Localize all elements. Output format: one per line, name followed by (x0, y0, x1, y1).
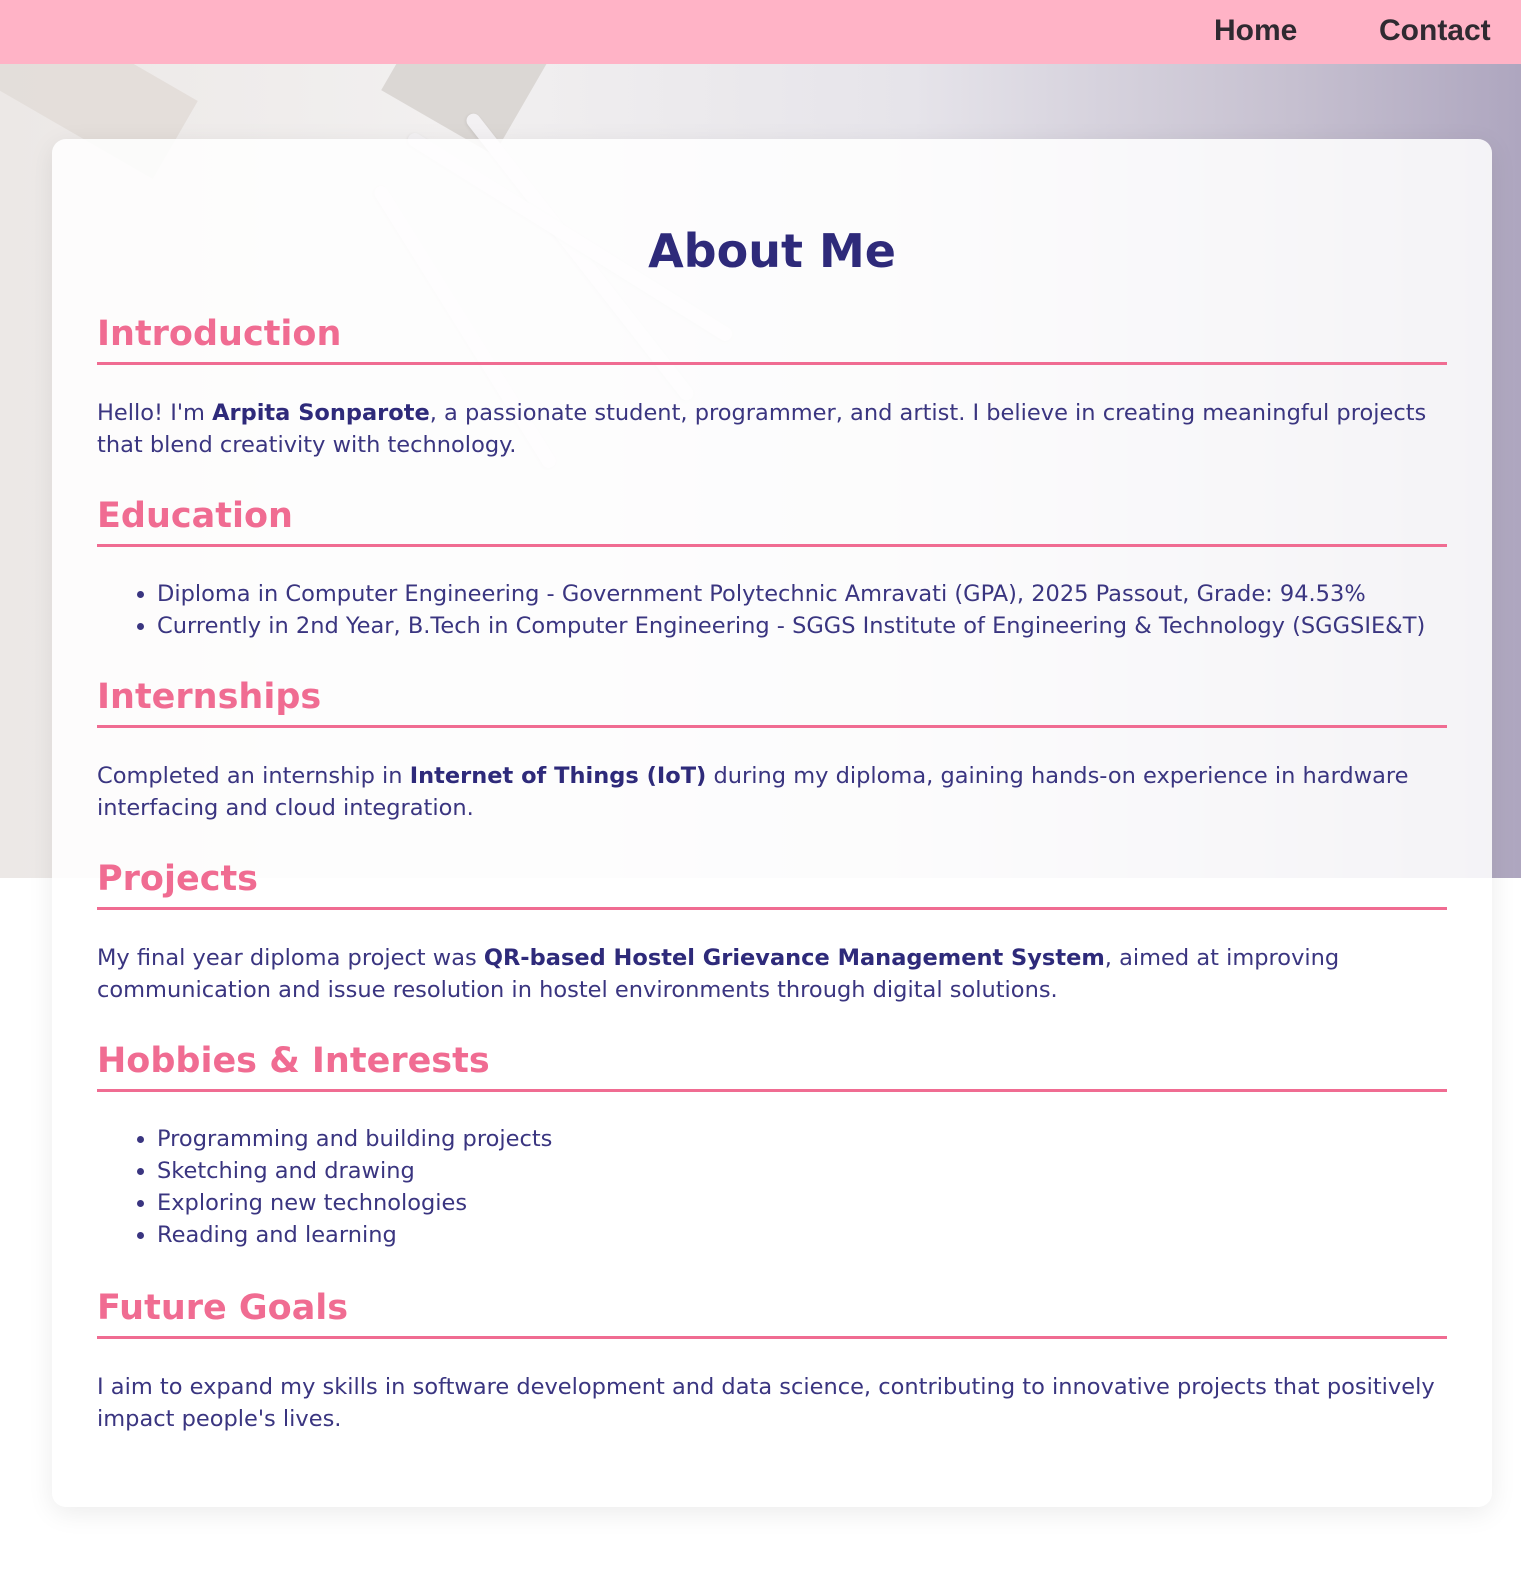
projects-prefix: My final year diploma project was (97, 945, 484, 971)
introduction-text: Hello! I'm Arpita Sonparote, a passionat… (97, 397, 1449, 461)
about-card: About Me Introduction Hello! I'm Arpita … (52, 139, 1492, 1507)
internships-highlight: Internet of Things (IoT) (409, 763, 707, 789)
internships-prefix: Completed an internship in (97, 763, 410, 789)
nav-home-link[interactable]: Home (1214, 14, 1297, 48)
section-heading-internships: Internships (97, 677, 1447, 728)
projects-highlight: QR-based Hostel Grievance Management Sys… (483, 945, 1105, 971)
top-navbar: Home Contact (0, 0, 1521, 64)
nav-contact-link[interactable]: Contact (1379, 14, 1491, 48)
hobby-item: Exploring new technologies (157, 1187, 1509, 1219)
section-heading-hobbies: Hobbies & Interests (97, 1041, 1447, 1092)
page-title: About Me (648, 224, 896, 278)
hobby-item: Programming and building projects (157, 1123, 1509, 1155)
internships-text: Completed an internship in Internet of T… (97, 760, 1449, 824)
education-item: Diploma in Computer Engineering - Govern… (157, 578, 1509, 610)
projects-text: My final year diploma project was QR-bas… (97, 942, 1449, 1006)
section-heading-future-goals: Future Goals (97, 1288, 1447, 1339)
section-heading-introduction: Introduction (97, 314, 1447, 365)
hobby-item: Reading and learning (157, 1219, 1509, 1251)
hobby-item: Sketching and drawing (157, 1155, 1509, 1187)
introduction-name: Arpita Sonparote (212, 400, 430, 426)
section-heading-projects: Projects (97, 859, 1447, 910)
introduction-prefix: Hello! I'm (97, 400, 213, 426)
section-heading-education: Education (97, 496, 1447, 547)
education-list: Diploma in Computer Engineering - Govern… (97, 578, 1509, 642)
future-goals-text: I aim to expand my skills in software de… (97, 1374, 1435, 1432)
education-item: Currently in 2nd Year, B.Tech in Compute… (157, 610, 1509, 642)
hobbies-list: Programming and building projects Sketch… (97, 1123, 1509, 1251)
